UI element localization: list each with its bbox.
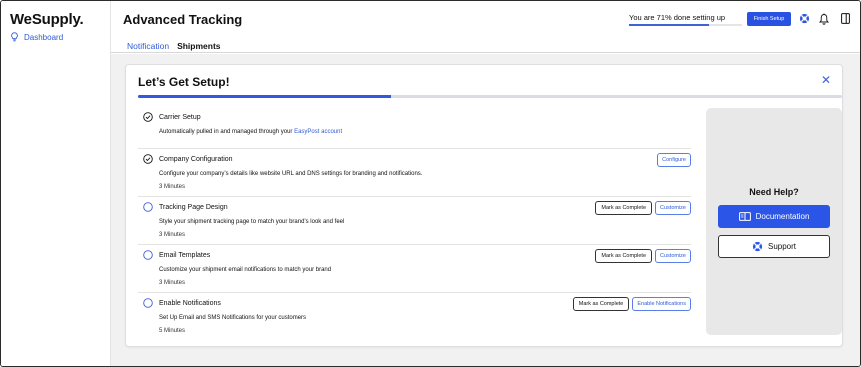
empty-circle-icon (143, 250, 153, 260)
step-actions: Configure (657, 153, 691, 167)
enable-notifications-button[interactable]: Enable Notifications (632, 297, 691, 311)
customize-button[interactable]: Customize (655, 249, 691, 263)
empty-circle-icon (143, 202, 153, 212)
step-duration: 5 Minutes (159, 328, 186, 334)
tab-notification[interactable]: Notification (127, 41, 170, 55)
check-circle-icon (143, 112, 153, 122)
page-title: Advanced Tracking (123, 12, 243, 27)
step-description: Style your shipment tracking page to mat… (159, 219, 345, 225)
setup-card: Let’s Get Setup! ✕ Carrier Setup Automat… (125, 64, 843, 347)
sidebar-toggle-icon[interactable] (839, 12, 851, 25)
step-description: Customize your shipment email notificati… (159, 267, 332, 273)
setup-steps: Carrier Setup Automatically pulled in an… (138, 107, 691, 341)
book-icon (738, 212, 751, 221)
step-title: Carrier Setup (159, 114, 201, 121)
step-actions: Mark as Complete Customize (595, 249, 691, 263)
customize-button[interactable]: Customize (655, 201, 691, 215)
close-icon[interactable]: ✕ (821, 74, 831, 86)
lifebuoy-icon[interactable] (798, 12, 810, 25)
step-actions: Mark as Complete Enable Notifications (572, 297, 691, 311)
step-duration: 3 Minutes (159, 184, 186, 190)
setup-step-company: Company Configuration Configure Configur… (138, 149, 691, 197)
step-description: Automatically pulled in and managed thro… (159, 129, 342, 135)
mark-complete-button[interactable]: Mark as Complete (572, 297, 630, 311)
bell-icon[interactable] (818, 12, 830, 25)
step-duration: 3 Minutes (159, 232, 186, 238)
documentation-label: Documentation (755, 212, 810, 221)
step-description: Configure your company’s details like we… (159, 171, 423, 177)
step-title: Tracking Page Design (159, 204, 228, 211)
documentation-button[interactable]: Documentation (718, 205, 830, 228)
setup-step-notifications: Enable Notifications Mark as Complete En… (138, 293, 691, 341)
sidebar: WeSupply. Dashboard (1, 1, 111, 366)
sidebar-item-dashboard[interactable]: Dashboard (10, 32, 63, 42)
setup-step-carrier: Carrier Setup Automatically pulled in an… (138, 107, 691, 149)
easypost-account-link[interactable]: EasyPost account (294, 129, 342, 135)
sidebar-item-label: Dashboard (24, 32, 64, 42)
help-panel: Need Help? Documentation Support (706, 108, 842, 335)
setup-progress-fill (629, 24, 710, 26)
setup-step-tracking-page: Tracking Page Design Mark as Complete Cu… (138, 197, 691, 245)
app-window: WeSupply. Dashboard Advanced Tracking No… (0, 0, 861, 367)
setup-card-progress-fill (138, 95, 392, 98)
main-content: Let’s Get Setup! ✕ Carrier Setup Automat… (111, 54, 860, 366)
configure-button[interactable]: Configure (657, 153, 691, 167)
lightbulb-icon (11, 32, 18, 42)
check-circle-icon (143, 154, 153, 164)
finish-setup-button[interactable]: Finish Setup (747, 12, 791, 26)
support-label: Support (767, 242, 797, 251)
mark-complete-button[interactable]: Mark as Complete (595, 249, 653, 263)
support-button[interactable]: Support (718, 235, 830, 258)
step-actions: Mark as Complete Customize (595, 201, 691, 215)
setup-progress: You are 71% done setting up (629, 13, 742, 26)
step-title: Enable Notifications (159, 300, 221, 307)
setup-progress-text: You are 71% done setting up (629, 13, 726, 22)
setup-step-email-templates: Email Templates Mark as Complete Customi… (138, 245, 691, 293)
mark-complete-button[interactable]: Mark as Complete (595, 201, 653, 215)
help-title: Need Help? (749, 187, 799, 197)
setup-title: Let’s Get Setup! (138, 75, 230, 89)
setup-card-progress (138, 95, 842, 98)
step-description-text: Automatically pulled in and managed thro… (159, 129, 295, 135)
logo: WeSupply. (10, 11, 84, 28)
step-description: Set Up Email and SMS Notifications for y… (159, 315, 307, 321)
tab-shipments[interactable]: Shipments (177, 41, 220, 55)
tab-bar: Notification Shipments (127, 41, 221, 55)
header: Advanced Tracking Notification Shipments… (111, 1, 860, 55)
lifebuoy-icon (752, 241, 763, 252)
setup-progress-track (629, 24, 742, 26)
step-duration: 3 Minutes (159, 280, 186, 286)
empty-circle-icon (143, 298, 153, 308)
step-title: Email Templates (159, 252, 211, 259)
step-title: Company Configuration (159, 156, 233, 163)
